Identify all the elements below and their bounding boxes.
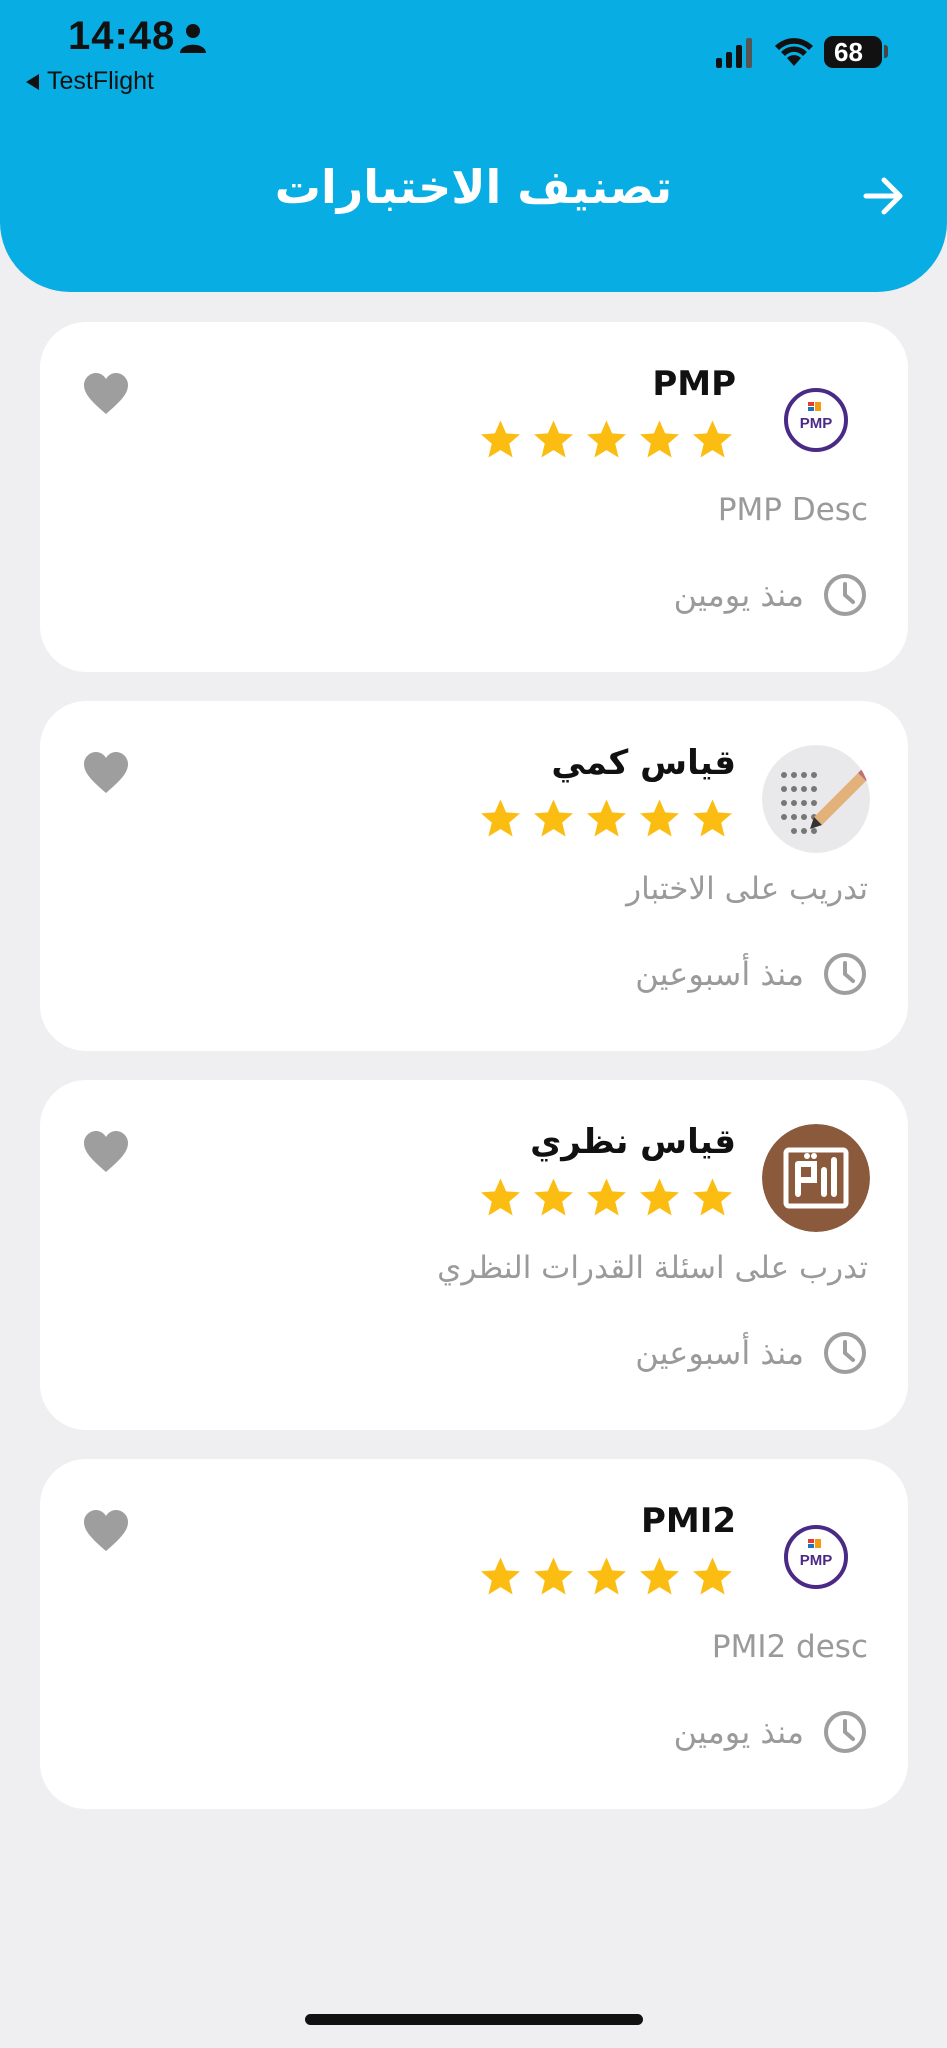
star-icon <box>481 420 520 458</box>
heart-icon[interactable] <box>82 751 130 795</box>
rating-stars <box>480 1177 733 1217</box>
clock-icon <box>824 1332 866 1374</box>
star-icon <box>587 420 626 458</box>
star-icon <box>693 1557 732 1595</box>
cellular-signal-icon <box>716 38 752 68</box>
pmp-logo-icon: PMP <box>784 388 848 452</box>
clock-icon <box>824 574 866 616</box>
card-title: PMI2 <box>640 1501 736 1541</box>
svg-text:PMP: PMP <box>800 1552 833 1569</box>
card-time-row: منذ أسبوعين <box>635 1330 868 1376</box>
rating-stars <box>480 1556 733 1596</box>
heart-icon[interactable] <box>82 1509 130 1553</box>
star-icon <box>587 1178 626 1216</box>
card-time-row: منذ أسبوعين <box>635 951 868 997</box>
star-icon <box>481 799 520 837</box>
card-time-row: منذ يومين <box>674 1709 868 1755</box>
star-icon <box>481 1557 520 1595</box>
rating-stars <box>480 798 733 838</box>
star-icon <box>640 1178 679 1216</box>
star-icon <box>693 1178 732 1216</box>
exam-card[interactable]: قياس كمي تدريب على الاختبار منذ أسبوعين <box>40 701 908 1051</box>
person-icon <box>180 24 206 53</box>
star-icon <box>587 1557 626 1595</box>
star-icon <box>693 799 732 837</box>
star-icon <box>534 420 573 458</box>
star-icon <box>534 799 573 837</box>
page-title: تصنيف الاختبارات <box>274 160 673 214</box>
star-icon <box>693 420 732 458</box>
qiyas-logo-avatar <box>762 1124 870 1232</box>
star-icon <box>534 1557 573 1595</box>
card-time-ago: منذ أسبوعين <box>635 955 804 993</box>
star-icon <box>534 1178 573 1216</box>
card-time-ago: منذ يومين <box>673 1713 804 1751</box>
svg-text:PMP: PMP <box>800 415 833 432</box>
exam-card[interactable]: PMP PMI2 PMI2 desc منذ يومين <box>40 1459 908 1809</box>
card-title: قياس كمي <box>551 743 736 783</box>
card-time-ago: منذ يومين <box>673 576 804 614</box>
arrow-right-icon[interactable] <box>862 176 906 216</box>
star-icon <box>640 420 679 458</box>
card-time-row: منذ يومين <box>674 572 868 618</box>
card-time-ago: منذ أسبوعين <box>635 1334 804 1372</box>
wifi-icon <box>775 38 813 66</box>
star-icon <box>640 1557 679 1595</box>
battery-cap <box>884 45 888 58</box>
back-triangle-icon <box>26 73 39 90</box>
exam-card[interactable]: PMP PMP PMP Desc منذ يومين <box>40 322 908 672</box>
card-description: تدريب على الاختبار <box>626 871 868 907</box>
card-description: PMI2 desc <box>711 1629 868 1665</box>
card-title: PMP <box>652 364 736 404</box>
heart-icon[interactable] <box>82 1130 130 1174</box>
battery-indicator: 68 <box>824 36 882 68</box>
star-icon <box>481 1178 520 1216</box>
pmp-logo-avatar: PMP <box>762 1503 870 1611</box>
clock-icon <box>824 1711 866 1753</box>
home-indicator[interactable] <box>305 2014 643 2025</box>
header-bar: 14:48 TestFlight 68 تصنيف الاختبارات <box>0 0 947 292</box>
star-icon <box>587 799 626 837</box>
heart-icon[interactable] <box>82 372 130 416</box>
exam-card[interactable]: قياس نظري تدرب على اسئلة القدرات النظري … <box>40 1080 908 1430</box>
battery-level: 68 <box>834 36 863 67</box>
pmp-logo-icon: PMP <box>784 1525 848 1589</box>
answer-sheet-icon <box>762 745 870 853</box>
answer-sheet-avatar <box>762 745 870 853</box>
rating-stars <box>480 419 733 459</box>
star-icon <box>640 799 679 837</box>
status-time: 14:48 <box>68 14 176 58</box>
card-description: تدرب على اسئلة القدرات النظري <box>437 1250 868 1286</box>
qiyas-logo-icon <box>762 1124 870 1232</box>
clock-icon <box>824 953 866 995</box>
back-app-label: TestFlight <box>47 67 154 95</box>
back-to-testflight[interactable]: TestFlight <box>26 67 154 96</box>
pmp-logo-avatar: PMP <box>762 366 870 474</box>
card-description: PMP Desc <box>717 492 868 528</box>
card-title: قياس نظري <box>530 1122 736 1162</box>
